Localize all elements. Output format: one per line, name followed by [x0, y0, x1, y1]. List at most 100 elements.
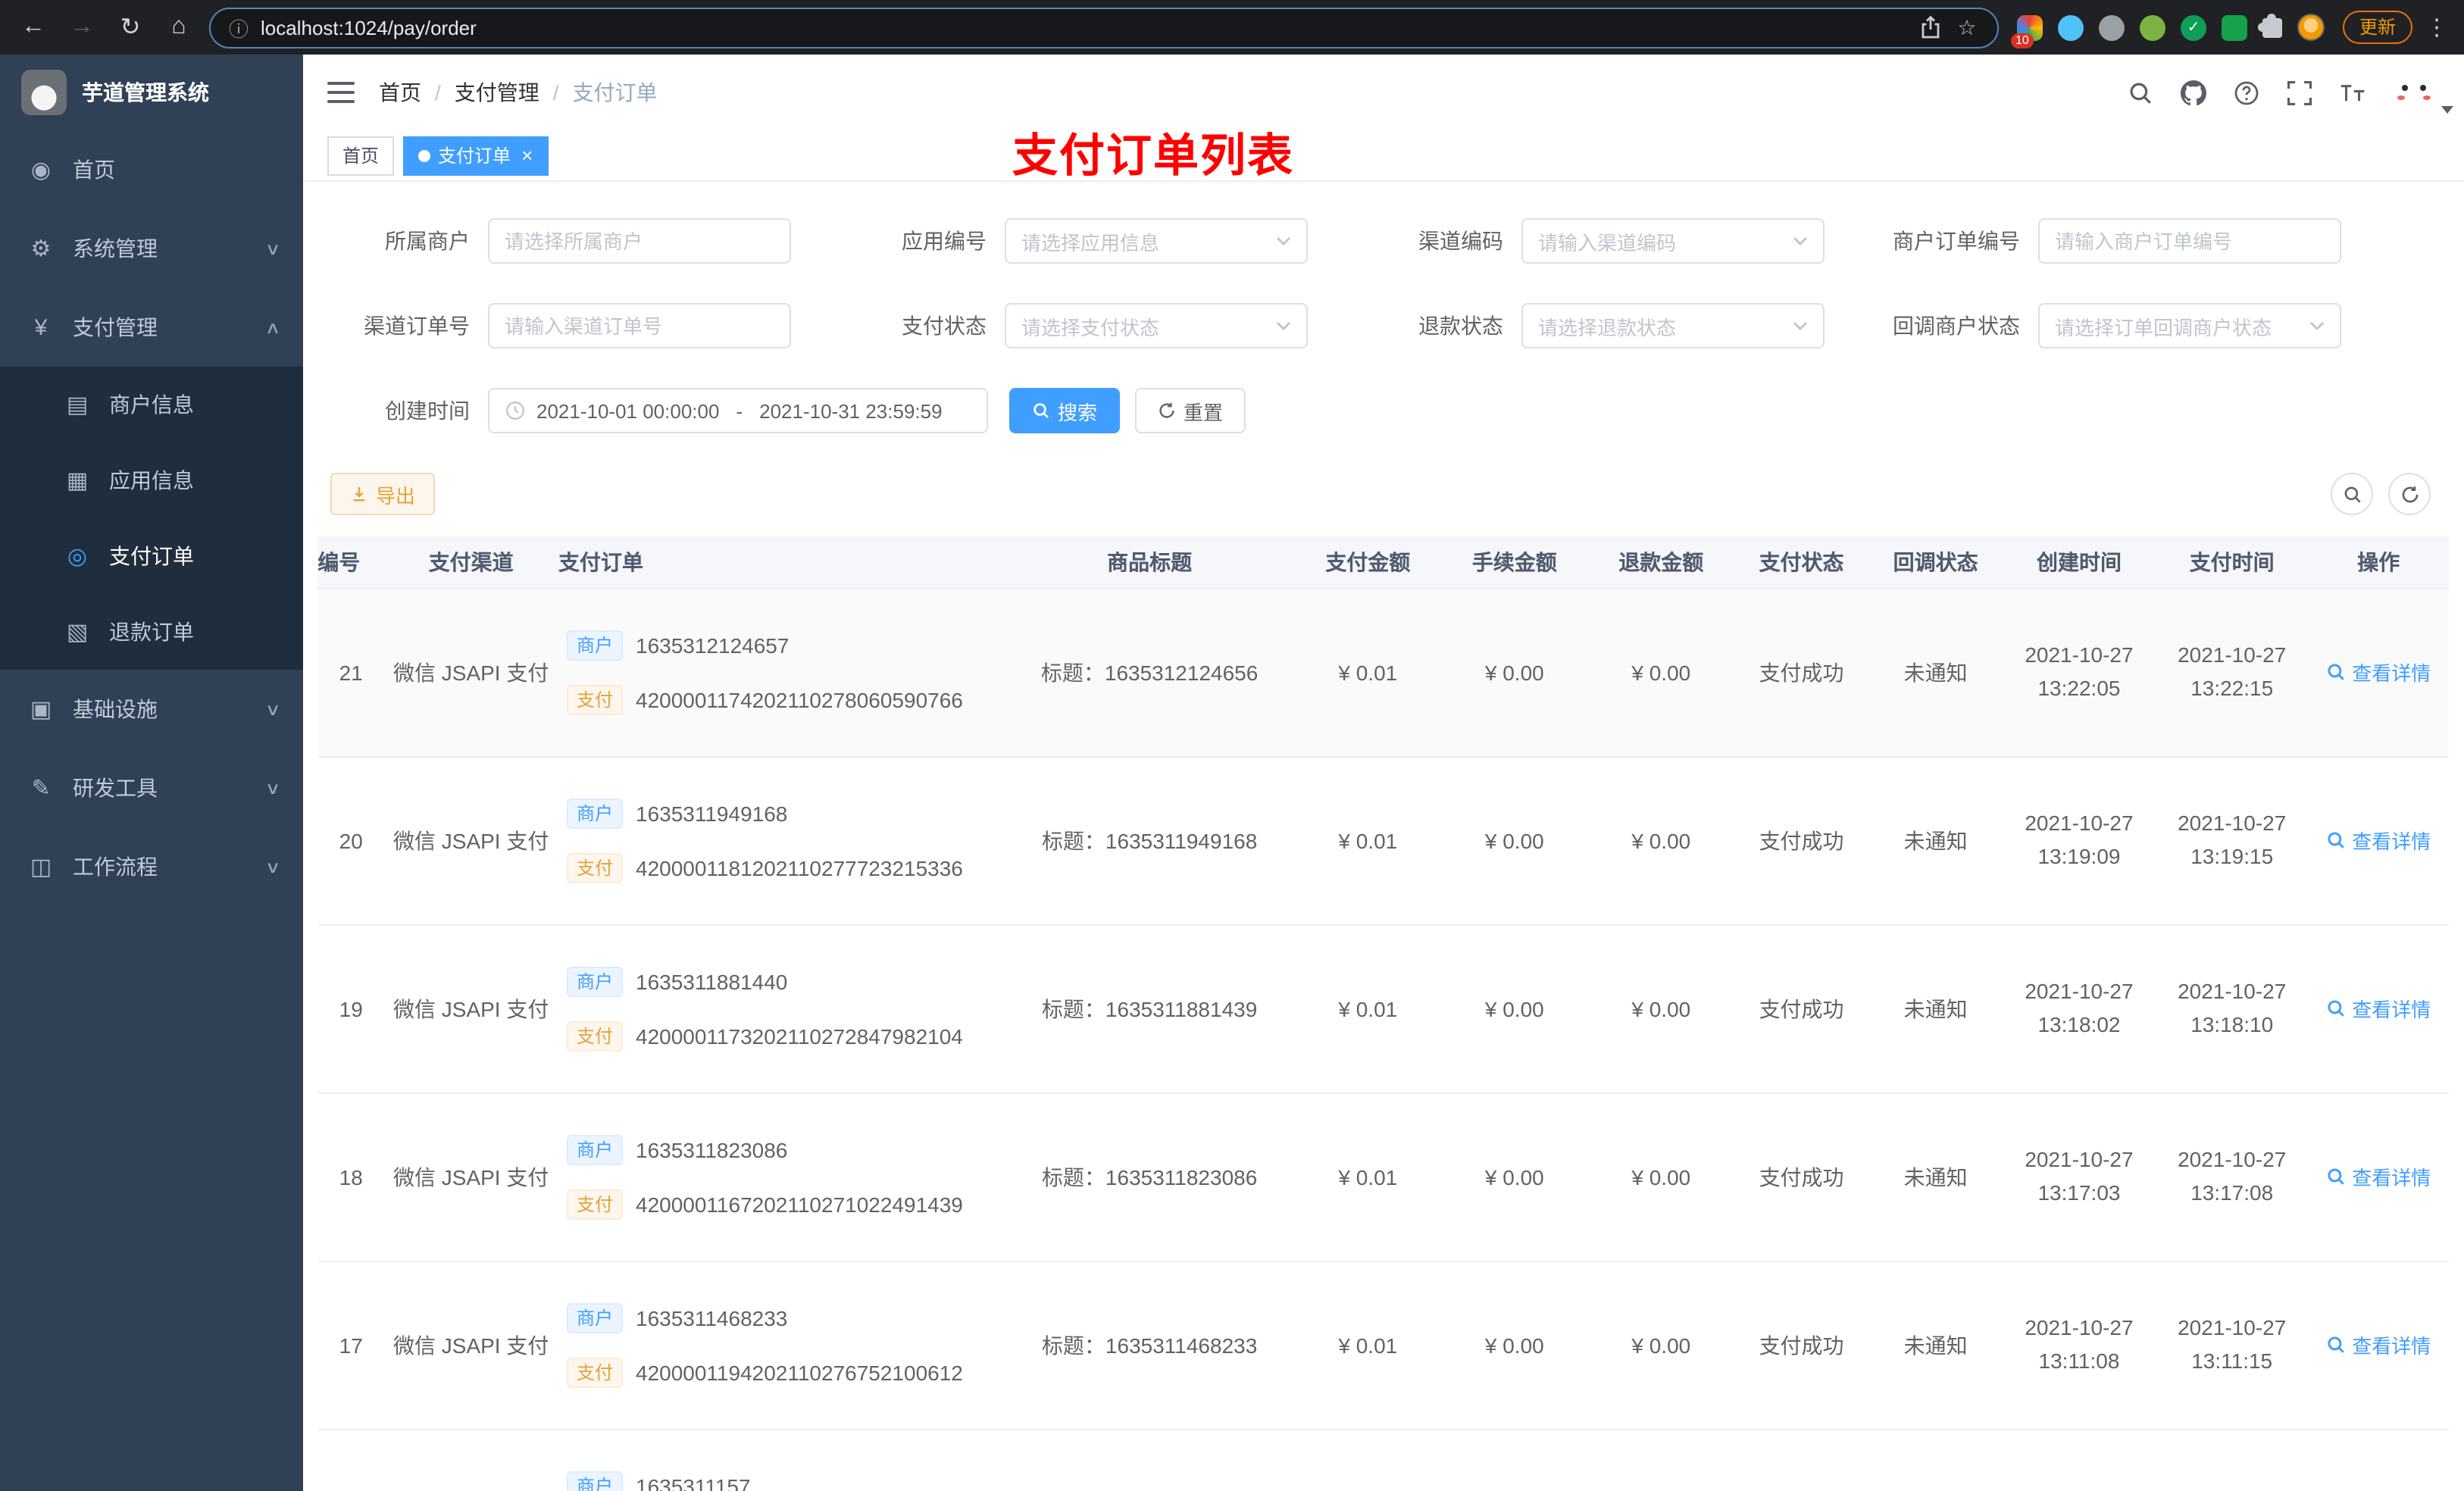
github-icon[interactable] — [2179, 79, 2206, 106]
reload-icon[interactable]: ↻ — [112, 9, 149, 45]
pay-channel-cell: 微信 JSAPI 支付 — [383, 924, 558, 1093]
extension-icon-check[interactable]: ✓ — [2180, 14, 2206, 40]
select-placeholder: 请输入渠道编码 — [1538, 231, 1677, 254]
site-info-icon[interactable]: ⓘ — [229, 13, 249, 42]
select-placeholder: 请选择订单回调商户状态 — [2055, 316, 2272, 339]
view-detail-link[interactable]: 查看详情 — [2326, 826, 2431, 855]
channel-code-label: 渠道编码 — [1418, 229, 1503, 253]
browser-profile-avatar[interactable] — [2297, 14, 2325, 41]
pay-channel-cell: 微信 JSAPI 支付 — [383, 588, 558, 757]
search-icon[interactable] — [2126, 79, 2153, 106]
share-icon[interactable] — [1918, 15, 1943, 39]
sidebar-item-pay-order[interactable]: ◎ 支付订单 — [0, 518, 303, 594]
browser-update-chip[interactable]: 更新 — [2342, 11, 2412, 44]
export-button[interactable]: 导出 — [330, 473, 436, 515]
sidebar-item-label: 商户信息 — [109, 392, 194, 417]
app-no-select[interactable]: 请选择应用信息 — [1005, 218, 1308, 264]
merchant-select[interactable] — [488, 218, 791, 264]
toggle-search-button[interactable] — [2331, 473, 2373, 515]
bookmark-star-icon[interactable]: ☆ — [1955, 14, 1979, 39]
view-detail-link[interactable]: 查看详情 — [2326, 1330, 2431, 1359]
table-row[interactable]: 21 微信 JSAPI 支付 商户 1635312124657 支付 42000… — [318, 588, 2449, 757]
chevron-down-icon: ∨ — [264, 701, 281, 719]
extensions-puzzle-icon[interactable] — [2257, 13, 2282, 37]
pay-order-cell: 商户 1635312124657 支付 42000011742021102780… — [558, 588, 1005, 757]
pay-order-no: 4200001174202110278060590766 — [636, 687, 963, 711]
sidebar-item-payment[interactable]: ¥ 支付管理 ∧ — [0, 288, 303, 367]
sidebar-item-app-info[interactable]: ▦ 应用信息 — [0, 442, 303, 518]
sidebar-item-workflow[interactable]: ◫ 工作流程 ∨ — [0, 827, 303, 906]
sidebar-item-infra[interactable]: ▣ 基础设施 ∨ — [0, 670, 303, 749]
col-status: 支付状态 — [1734, 536, 1869, 589]
back-icon[interactable]: ← — [15, 9, 52, 45]
view-detail-link[interactable]: 查看详情 — [2326, 658, 2431, 686]
view-detail-link[interactable]: 查看详情 — [2326, 994, 2431, 1023]
fullscreen-icon[interactable] — [2285, 79, 2312, 106]
sidebar-item-system[interactable]: ⚙ 系统管理 ∨ — [0, 209, 303, 288]
extension-icon-olive[interactable] — [2139, 14, 2165, 40]
merchant-order-no: 1635311823086 — [636, 1137, 788, 1161]
tag-pay-order[interactable]: 支付订单 × — [403, 136, 549, 175]
font-size-icon[interactable] — [2338, 79, 2366, 106]
home-icon[interactable]: ⌂ — [161, 9, 197, 45]
merchant-order-no: 1635311881440 — [636, 969, 788, 993]
table-row[interactable]: 商户 1635311157 支付 — [318, 1429, 2449, 1491]
tag-home[interactable]: 首页 — [327, 136, 395, 175]
pay-status-cell: 支付成功 — [1734, 1261, 1869, 1430]
action-cell: 查看详情 — [2308, 1261, 2449, 1430]
browser-menu-icon[interactable]: ⋮ — [2425, 14, 2449, 41]
table-row[interactable]: 18 微信 JSAPI 支付 商户 1635311823086 支付 42000… — [318, 1092, 2449, 1261]
extension-icon-badge[interactable] — [2010, 14, 2043, 48]
fee-amount-cell: ¥ 0.00 — [1441, 588, 1588, 757]
hamburger-icon[interactable] — [327, 82, 355, 103]
breadcrumb-home[interactable]: 首页 — [379, 77, 421, 108]
channel-code-select[interactable]: 请输入渠道编码 — [1521, 218, 1825, 264]
address-bar[interactable]: ⓘ localhost:1024/pay/order ☆ — [209, 7, 1999, 48]
reset-button[interactable]: 重置 — [1135, 388, 1246, 433]
search-icon — [2328, 1000, 2345, 1017]
user-avatar[interactable] — [2391, 68, 2453, 117]
create-time-range[interactable]: 2021-10-01 00:00:00 - 2021-10-31 23:59:5… — [488, 388, 988, 433]
close-icon[interactable]: × — [521, 145, 533, 165]
refund-status-select[interactable]: 请选择退款状态 — [1521, 303, 1825, 349]
extension-icon-gray[interactable] — [2098, 14, 2125, 40]
notify-status-select[interactable]: 请选择订单回调商户状态 — [2038, 303, 2341, 349]
table-row[interactable]: 17 微信 JSAPI 支付 商户 1635311468233 支付 42000… — [318, 1261, 2449, 1430]
sidebar-item-label: 应用信息 — [109, 468, 194, 492]
extension-icon-chat[interactable] — [2221, 14, 2247, 40]
sidebar-item-merchant-info[interactable]: ▤ 商户信息 — [0, 367, 303, 442]
extension-cluster: ✓ — [2010, 13, 2331, 48]
select-placeholder: 请选择应用信息 — [1021, 231, 1160, 254]
pay-status-cell — [1734, 1429, 1869, 1491]
app-grid-icon: ▦ — [66, 468, 89, 494]
sidebar-item-dev-tools[interactable]: ✎ 研发工具 ∨ — [0, 749, 303, 827]
search-button[interactable]: 搜索 — [1009, 388, 1121, 433]
merchant-tag: 商户 — [567, 966, 622, 996]
browser-toolbar: ← → ↻ ⌂ ⓘ localhost:1024/pay/order ☆ ✓ 更… — [0, 0, 2464, 55]
view-detail-link[interactable]: 查看详情 — [2326, 1162, 2431, 1191]
channel-order-no-input[interactable] — [488, 303, 791, 349]
order-id-cell — [318, 1429, 384, 1491]
breadcrumb-payment[interactable]: 支付管理 — [455, 77, 539, 108]
sidebar-item-refund-order[interactable]: ▧ 退款订单 — [0, 594, 303, 670]
forward-icon[interactable]: → — [64, 9, 100, 45]
product-title-cell: 标题：1635311823086 — [1004, 1092, 1295, 1261]
merchant-order-no-input[interactable] — [2038, 218, 2341, 264]
help-icon[interactable] — [2232, 79, 2259, 106]
extension-icon-drop[interactable] — [2057, 14, 2084, 40]
refresh-button[interactable] — [2388, 473, 2431, 515]
notify-status-cell — [1868, 1429, 2003, 1491]
table-row[interactable]: 20 微信 JSAPI 支付 商户 1635311949168 支付 42000… — [318, 756, 2449, 925]
table-row[interactable]: 19 微信 JSAPI 支付 商户 1635311881440 支付 42000… — [318, 924, 2449, 1093]
pay-time-cell: 2021-10-27 13:11:15 — [2155, 1261, 2309, 1430]
chevron-up-icon: ∧ — [264, 319, 281, 337]
sidebar-item-home[interactable]: ◉ 首页 — [0, 130, 303, 209]
merchant-tag: 商户 — [567, 1471, 622, 1491]
col-id: 编号 — [318, 536, 384, 589]
refund-amount-cell: ¥ 0.00 — [1587, 756, 1735, 925]
app-logo[interactable]: 芋道管理系统 — [0, 55, 303, 130]
pay-order-no: 4200001181202110277723215336 — [636, 855, 963, 880]
pay-status-select[interactable]: 请选择支付状态 — [1005, 303, 1308, 349]
product-title-cell: 标题：1635311949168 — [1004, 756, 1295, 925]
annotation-title: 支付订单列表 — [1012, 132, 1294, 182]
